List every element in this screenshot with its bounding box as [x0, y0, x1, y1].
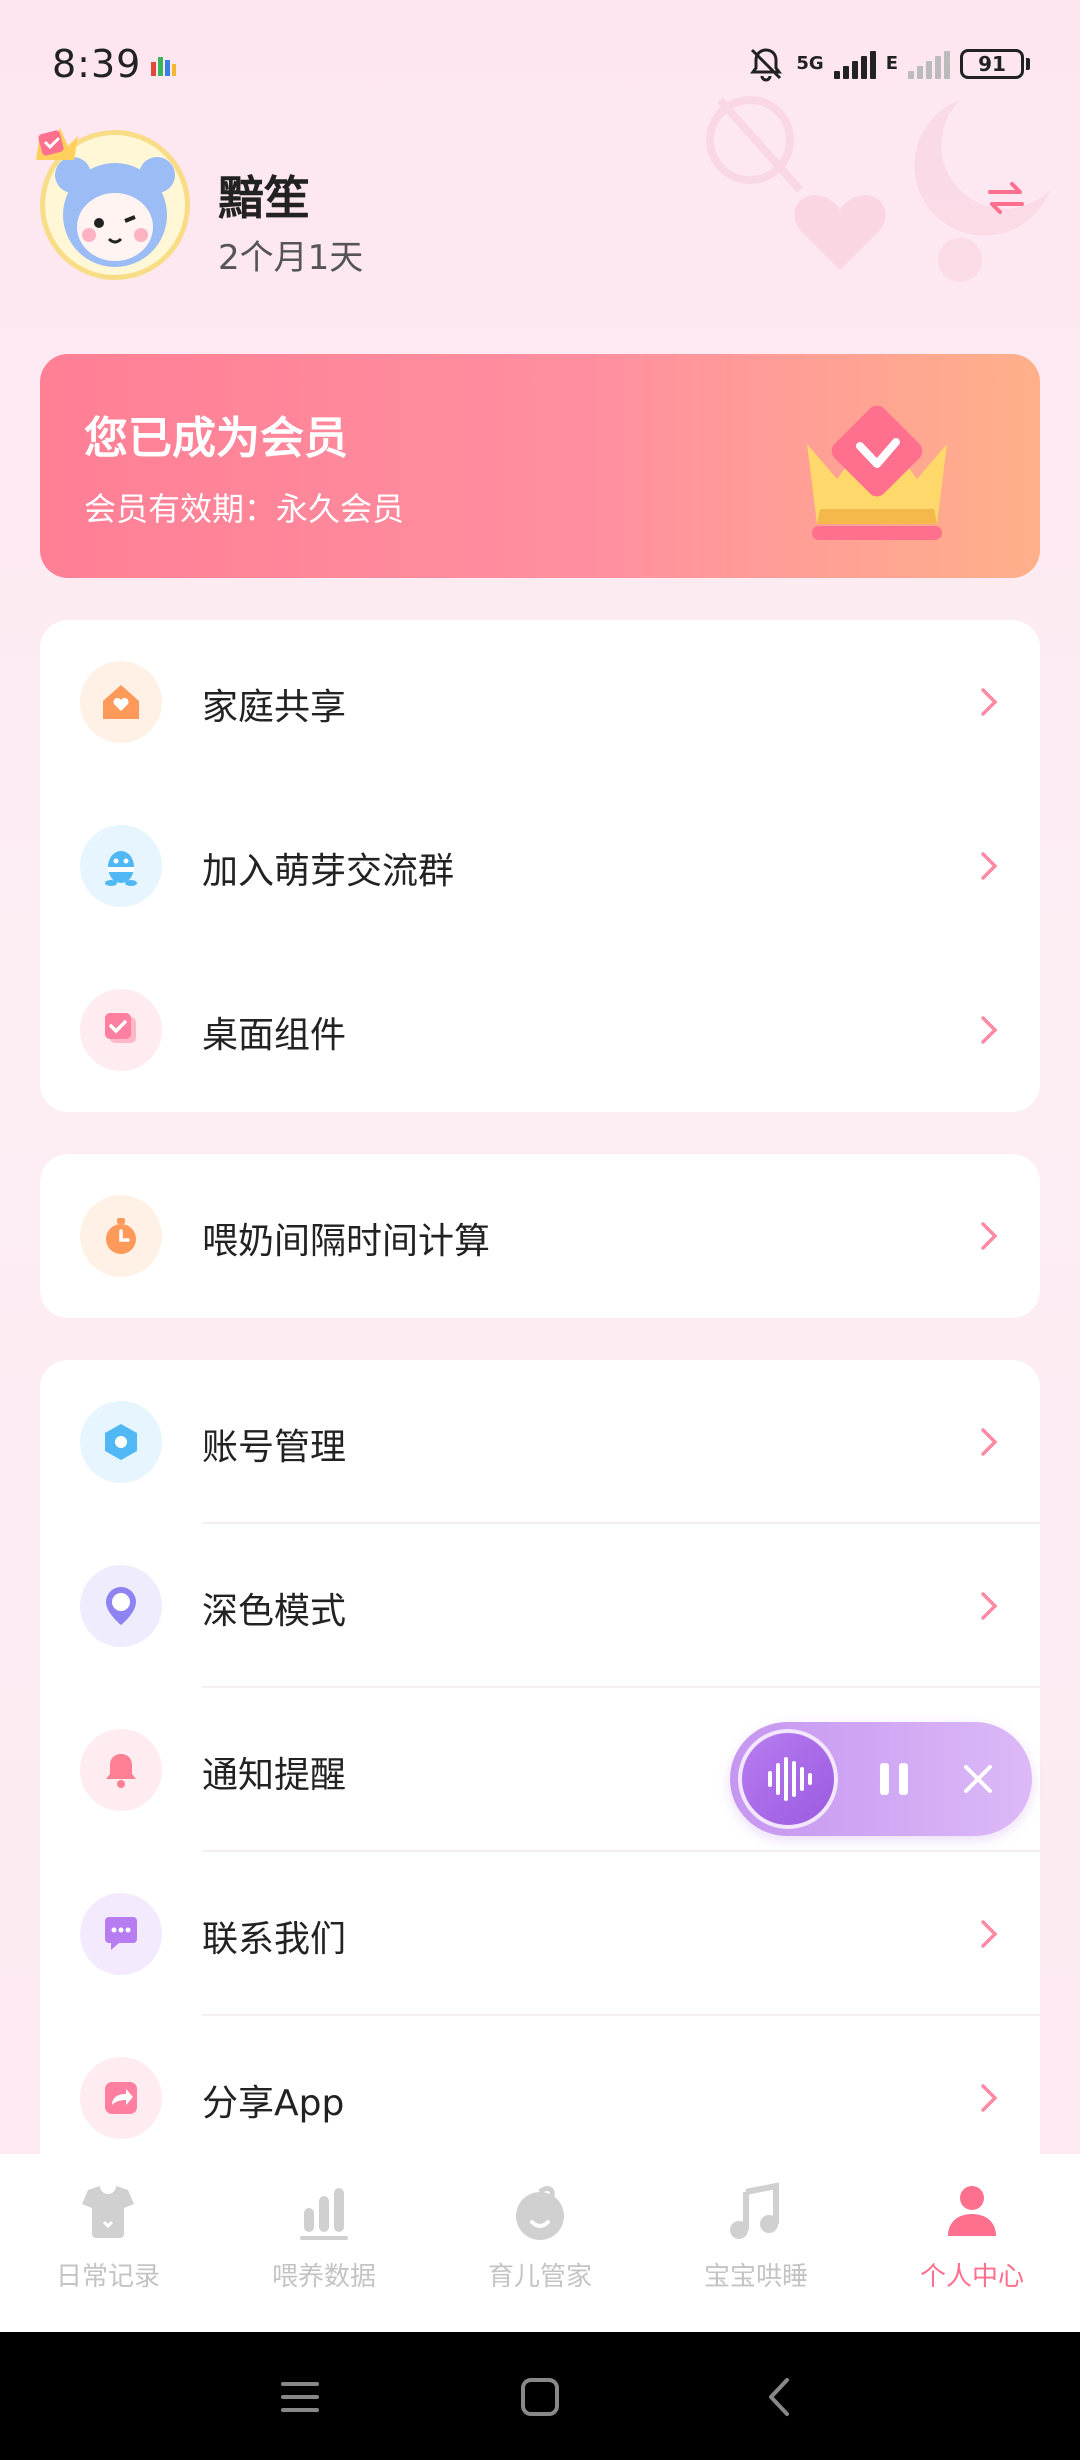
- chevron-right-icon: [981, 1016, 998, 1044]
- menu-item-join-group[interactable]: 加入萌芽交流群: [40, 784, 1040, 948]
- bar-chart-icon: [300, 2188, 348, 2240]
- menu-item-label: 加入萌芽交流群: [202, 851, 455, 892]
- close-icon[interactable]: [958, 1759, 998, 1799]
- menu-item-label: 分享App: [202, 2083, 345, 2124]
- menu-item-widgets[interactable]: 桌面组件: [40, 948, 1040, 1112]
- crown-badge-icon: [36, 128, 78, 160]
- widget-check-icon: [80, 989, 162, 1071]
- chevron-right-icon: [981, 688, 998, 716]
- menu-card-1: 家庭共享 加入萌芽交流群 桌面组件: [40, 620, 1040, 1112]
- nav-label: 宝宝哄睡: [703, 2262, 808, 2292]
- switch-baby-icon[interactable]: [982, 174, 1030, 222]
- menu-item-feeding-interval[interactable]: 喂奶间隔时间计算: [40, 1154, 1040, 1318]
- membership-validity: 会员有效期：永久会员: [84, 490, 405, 528]
- pause-icon[interactable]: [872, 1757, 916, 1801]
- menu-item-account[interactable]: 账号管理: [40, 1360, 1040, 1524]
- location-pin-icon: [80, 1565, 162, 1647]
- menu-item-label: 联系我们: [202, 1919, 347, 1960]
- menu-item-label: 深色模式: [202, 1591, 347, 1632]
- bell-icon: [80, 1729, 162, 1811]
- chevron-right-icon: [981, 1428, 998, 1456]
- house-heart-icon: [80, 661, 162, 743]
- person-icon: [948, 2186, 996, 2236]
- music-note-icon: [730, 2182, 779, 2239]
- baby-face-icon: [516, 2186, 564, 2240]
- menu-item-dark-mode[interactable]: 深色模式: [40, 1524, 1040, 1688]
- floating-audio-player[interactable]: [730, 1722, 1032, 1836]
- profile-header: 黯笙 2个月1天: [36, 110, 1040, 300]
- menu-item-label: 账号管理: [202, 1427, 347, 1468]
- stopwatch-icon: [80, 1195, 162, 1277]
- crown-icon: [807, 405, 947, 540]
- menu-item-label: 喂奶间隔时间计算: [202, 1221, 491, 1262]
- audio-wave-icon[interactable]: [738, 1729, 838, 1829]
- app-notification-icon: [151, 57, 176, 76]
- baby-age: 2个月1天: [218, 238, 364, 278]
- back-icon[interactable]: [757, 2374, 803, 2420]
- avatar[interactable]: [36, 128, 190, 280]
- nav-label: 个人中心: [919, 2262, 1024, 2292]
- nav-parenting-assistant[interactable]: 育儿管家: [432, 2154, 648, 2332]
- nav-label: 育儿管家: [487, 2262, 592, 2292]
- status-time: 8:39: [52, 42, 142, 86]
- membership-card[interactable]: 您已成为会员 会员有效期：永久会员: [40, 354, 1040, 578]
- menu-card-2: 喂奶间隔时间计算: [40, 1154, 1040, 1318]
- chevron-right-icon: [981, 2084, 998, 2112]
- nav-daily-record[interactable]: 日常记录: [0, 2154, 216, 2332]
- menu-icon[interactable]: [277, 2374, 323, 2420]
- chat-bubble-icon: [80, 1893, 162, 1975]
- nav-baby-sleep[interactable]: 宝宝哄睡: [648, 2154, 864, 2332]
- chevron-right-icon: [981, 1920, 998, 1948]
- baby-name: 黯笙: [218, 171, 310, 225]
- hexagon-gear-icon: [80, 1401, 162, 1483]
- nav-label: 喂养数据: [271, 2262, 376, 2292]
- system-navigation-bar: [0, 2332, 1080, 2460]
- nav-feeding-data[interactable]: 喂养数据: [216, 2154, 432, 2332]
- menu-item-label: 桌面组件: [202, 1015, 347, 1056]
- bottom-navigation: 日常记录 喂养数据 育儿管家 宝宝哄睡 个人中心: [0, 2154, 1080, 2332]
- nav-personal-center[interactable]: 个人中心: [864, 2154, 1080, 2332]
- share-arrow-icon: [80, 2057, 162, 2139]
- menu-item-family-share[interactable]: 家庭共享: [40, 620, 1040, 784]
- chevron-right-icon: [981, 1222, 998, 1250]
- chevron-right-icon: [981, 1592, 998, 1620]
- chevron-right-icon: [981, 852, 998, 880]
- onesie-icon: [82, 2186, 134, 2238]
- menu-item-label: 通知提醒: [202, 1755, 347, 1796]
- nav-label: 日常记录: [55, 2262, 160, 2292]
- membership-title: 您已成为会员: [84, 413, 348, 464]
- home-icon[interactable]: [517, 2374, 563, 2420]
- menu-item-contact-us[interactable]: 联系我们: [40, 1852, 1040, 2016]
- qq-penguin-icon: [80, 825, 162, 907]
- menu-item-label: 家庭共享: [202, 687, 347, 728]
